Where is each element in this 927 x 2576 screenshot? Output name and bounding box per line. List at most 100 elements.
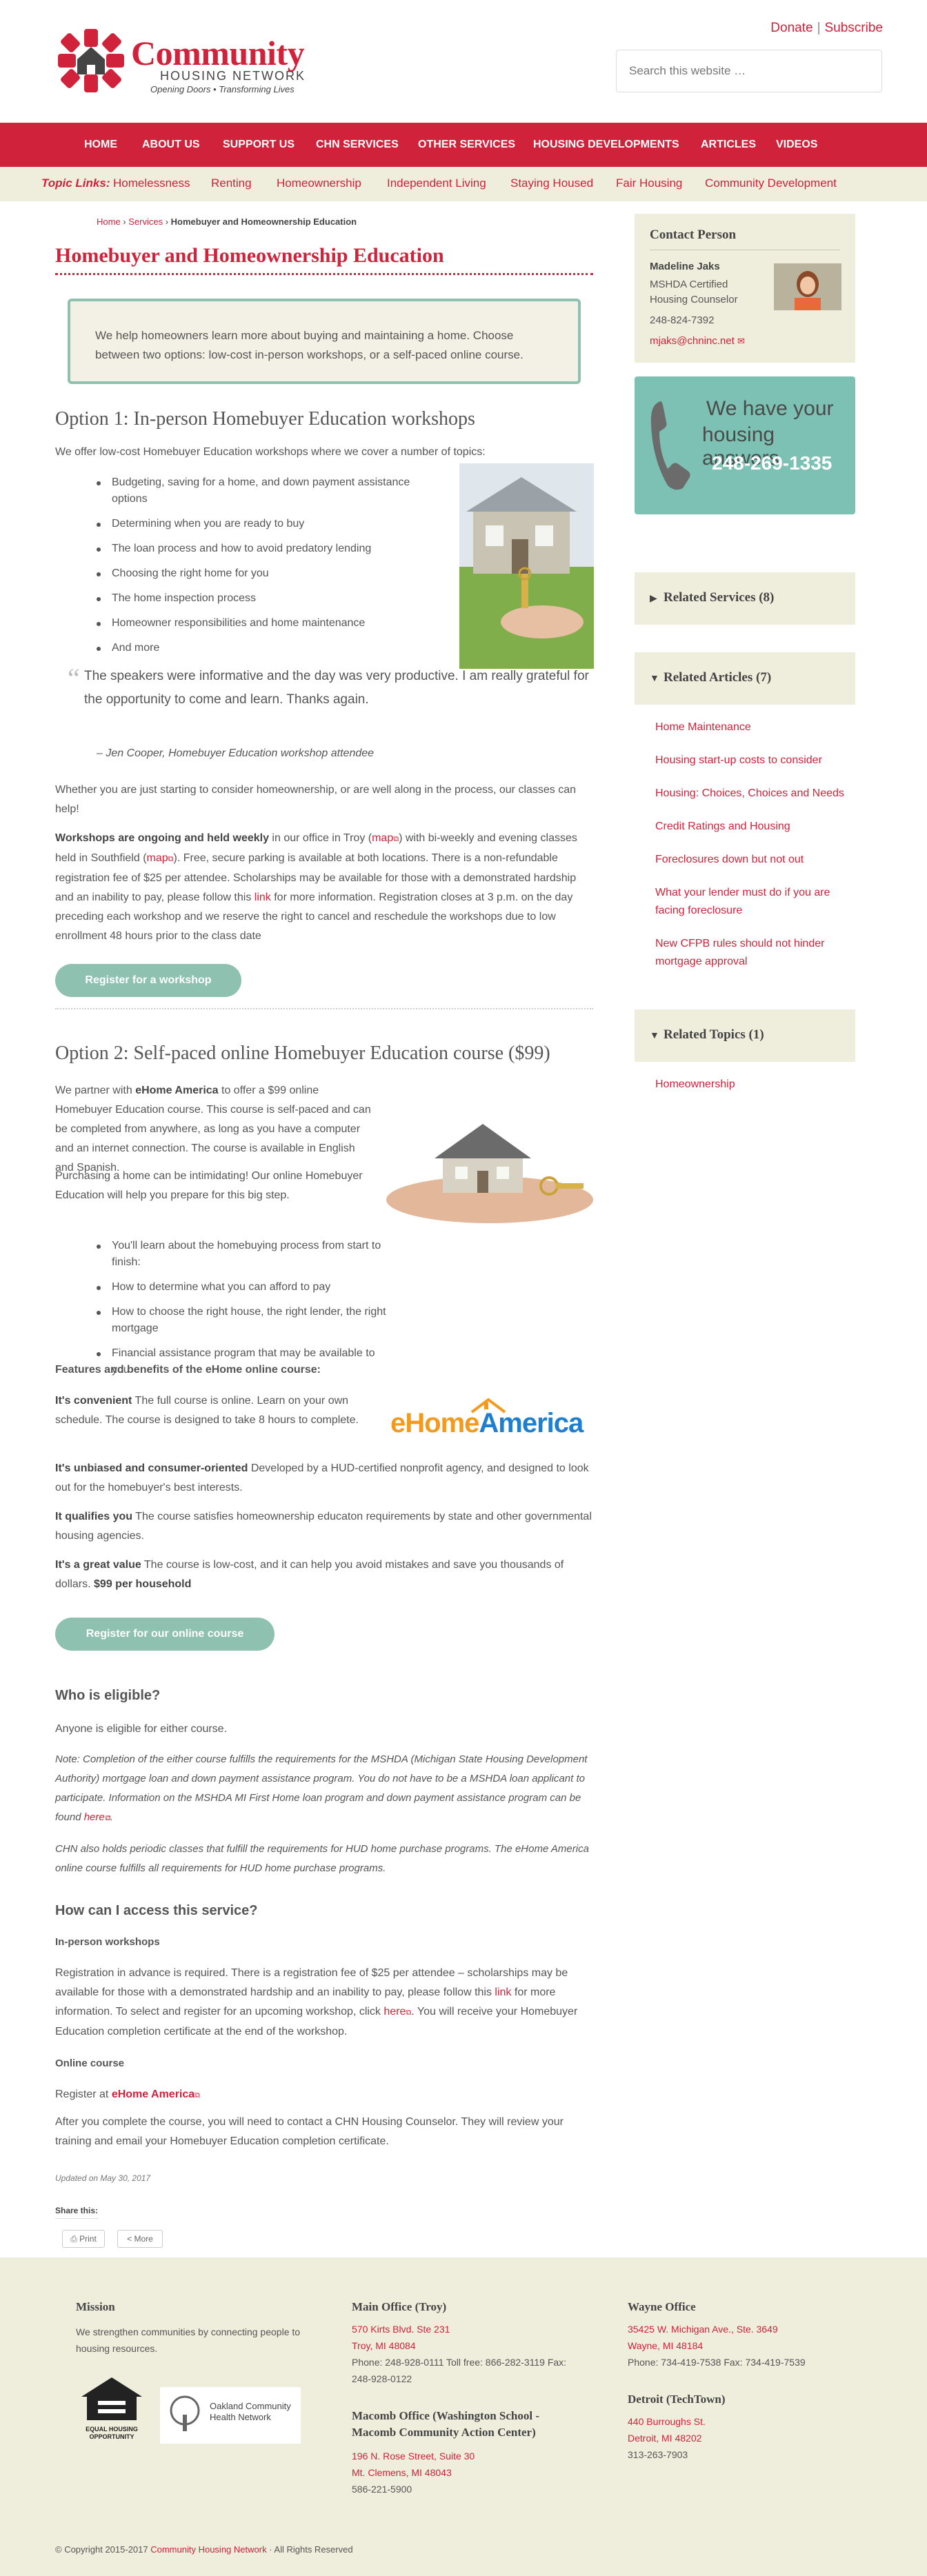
topic-fair-housing[interactable]: Fair Housing [616,177,682,190]
list-item: How to choose the right house, the right… [97,1304,386,1337]
topic-staying-housed[interactable]: Staying Housed [510,177,593,190]
macomb-phone: 586-221-5900 [352,2484,412,2495]
map-link-troy[interactable]: map [372,832,393,844]
topic-homeownership[interactable]: Homeownership [277,177,361,190]
caret-down-icon: ▼ [650,1029,659,1040]
subscribe-link[interactable]: Subscribe [825,21,884,35]
related-topics-widget[interactable]: ▼ Related Topics (1) [635,1009,855,1062]
topic-community-development[interactable]: Community Development [705,177,837,190]
feature-bold: It's convenient [55,1395,132,1407]
donate-link[interactable]: Donate [770,21,813,35]
troy-address-line-1[interactable]: 570 Kirts Blvd. Ste 231 [352,2324,450,2335]
oakland-health-network-label: Oakland Community Health Network [210,2401,291,2422]
related-services-title: Related Services (8) [664,590,775,605]
list-item: And more [97,640,428,656]
logo-tagline: Opening Doors • Transforming Lives [150,84,295,94]
article-link[interactable]: Housing: Choices, Choices and Needs [655,785,844,803]
online-title: Online course [55,2057,125,2069]
nav-support-us[interactable]: SUPPORT US [223,123,295,167]
feature-unbiased: It's unbiased and consumer-oriented Deve… [55,1459,593,1498]
nav-home[interactable]: HOME [84,123,117,167]
ehome-logo-text: eHomeAmerica [390,1408,584,1438]
copyright-link[interactable]: Community Housing Network [150,2544,266,2555]
article-link[interactable]: New CFPB rules should not hinder mortgag… [655,935,848,971]
article-link[interactable]: Home Maintenance [655,718,751,736]
nav-housing-developments[interactable]: HOUSING DEVELOPMENTS [533,123,679,167]
nav-other-services[interactable]: OTHER SERVICES [418,123,515,167]
scholarship-link-2[interactable]: link [495,1986,511,1998]
search-input[interactable] [616,50,882,92]
ehome-america-link[interactable]: eHome America [112,2089,195,2100]
feature-convenient: It's convenient The full course is onlin… [55,1391,379,1430]
site-header: Community HOUSING NETWORK Opening Doors … [0,0,927,123]
mission-text: We strengthen communities by connecting … [76,2326,301,2354]
article-link[interactable]: Foreclosures down but not out [655,851,804,869]
breadcrumb-home[interactable]: Home [97,217,121,227]
option1-para1: Whether you are just starting to conside… [55,784,577,815]
article-link[interactable]: What your lender must do if you are faci… [655,884,848,920]
nav-videos[interactable]: VIDEOS [776,123,817,167]
topic-link[interactable]: Homeownership [655,1076,735,1094]
list-item: You'll learn about the homebuying proces… [97,1238,386,1271]
equal-housing-icon [81,2377,142,2420]
page-title: Homebuyer and Homeownership Education [55,244,444,267]
related-services-widget[interactable]: ▶ Related Services (8) [635,572,855,625]
oakland-health-network-logo: Oakland Community Health Network [160,2387,301,2444]
print-label: Print [79,2234,97,2244]
updated-date: Updated on May 30, 2017 [55,2173,151,2183]
copyright: © Copyright 2015-2017 Community Housing … [55,2544,353,2555]
scholarship-link[interactable]: link [255,892,271,903]
topic-independent-living[interactable]: Independent Living [387,177,486,190]
main-nav: HOME ABOUT US SUPPORT US CHN SERVICES OT… [0,123,927,167]
para-text: Register at [55,2089,112,2100]
related-articles-title[interactable]: Related Articles (7) [664,670,771,685]
nav-chn-services[interactable]: CHN SERVICES [316,123,399,167]
mshda-here-link[interactable]: here [84,1811,105,1823]
intro-box: We help homeowners learn more about buyi… [68,299,581,384]
inperson-text: Registration in advance is required. The… [55,1964,593,2042]
community-logo-icon[interactable] [55,26,127,95]
option1-lead: We offer low-cost Homebuyer Education wo… [55,446,486,458]
nav-articles[interactable]: ARTICLES [701,123,756,167]
external-link-icon: ⧉ [195,2091,201,2100]
detroit-address-line-1[interactable]: 440 Burroughs St. [628,2416,706,2427]
equal-housing-label: EQUAL HOUSING OPPORTUNITY [86,2426,138,2440]
topic-homelessness[interactable]: Homelessness [113,177,190,190]
macomb-address-line-1[interactable]: 196 N. Rose Street, Suite 30 [352,2451,475,2462]
nav-about-us[interactable]: ABOUT US [142,123,200,167]
register-online-course-button[interactable]: Register for our online course [55,1618,275,1651]
article-link[interactable]: Housing start-up costs to consider [655,752,822,769]
wayne-address-line-1[interactable]: 35425 W. Michigan Ave., Ste. 3649 [628,2324,778,2335]
troy-address-line-2[interactable]: Troy, MI 48084 [352,2340,416,2351]
feature-qualifies: It qualifies you The course satisfies ho… [55,1507,593,1546]
logo-title[interactable]: Community [131,33,305,73]
wayne-office-info: 35425 W. Michigan Ave., Ste. 3649 Wayne,… [628,2321,855,2371]
option2-para2: Purchasing a home can be intimidating! O… [55,1170,363,1201]
note-text: Note: Completion of the either course fu… [55,1753,588,1823]
wayne-phone: Phone: 734-419-7538 Fax: 734-419-7539 [628,2357,806,2368]
related-articles-list: Home Maintenance Housing start-up costs … [635,705,855,997]
share-label: Share this: [55,2206,99,2219]
contact-email-link[interactable]: mjaks@chninc.net [650,335,735,347]
macomb-address-line-2[interactable]: Mt. Clemens, MI 48043 [352,2467,452,2478]
online-register: Register at eHome America⧉ [55,2085,593,2105]
print-icon: ⎙ [70,2234,80,2244]
para-text: We partner with [55,1085,136,1096]
article-link[interactable]: Credit Ratings and Housing [655,818,790,836]
more-button[interactable]: < More [117,2230,163,2248]
detroit-address-line-2[interactable]: Detroit, MI 48202 [628,2433,701,2444]
contact-role-2: Housing Counselor [650,294,738,305]
breadcrumb-services[interactable]: Services [128,217,163,227]
wayne-address-line-2[interactable]: Wayne, MI 48184 [628,2340,703,2351]
register-workshop-button[interactable]: Register for a workshop [55,964,241,997]
ehome-america-logo[interactable]: eHomeAmerica [390,1397,595,1441]
copyright-text: · All Rights Reserved [266,2544,353,2555]
tree-icon [170,2395,200,2431]
topic-renting[interactable]: Renting [211,177,252,190]
print-button[interactable]: ⎙ Print [62,2230,105,2248]
eligible-title: Who is eligible? [55,1688,161,1703]
map-link-southfield[interactable]: map [147,852,168,864]
register-here-link[interactable]: here [383,2006,406,2017]
equal-housing-logo: EQUAL HOUSING OPPORTUNITY [76,2375,148,2444]
housing-answers-banner[interactable]: We have your housing answers 248-269-133… [635,376,855,514]
